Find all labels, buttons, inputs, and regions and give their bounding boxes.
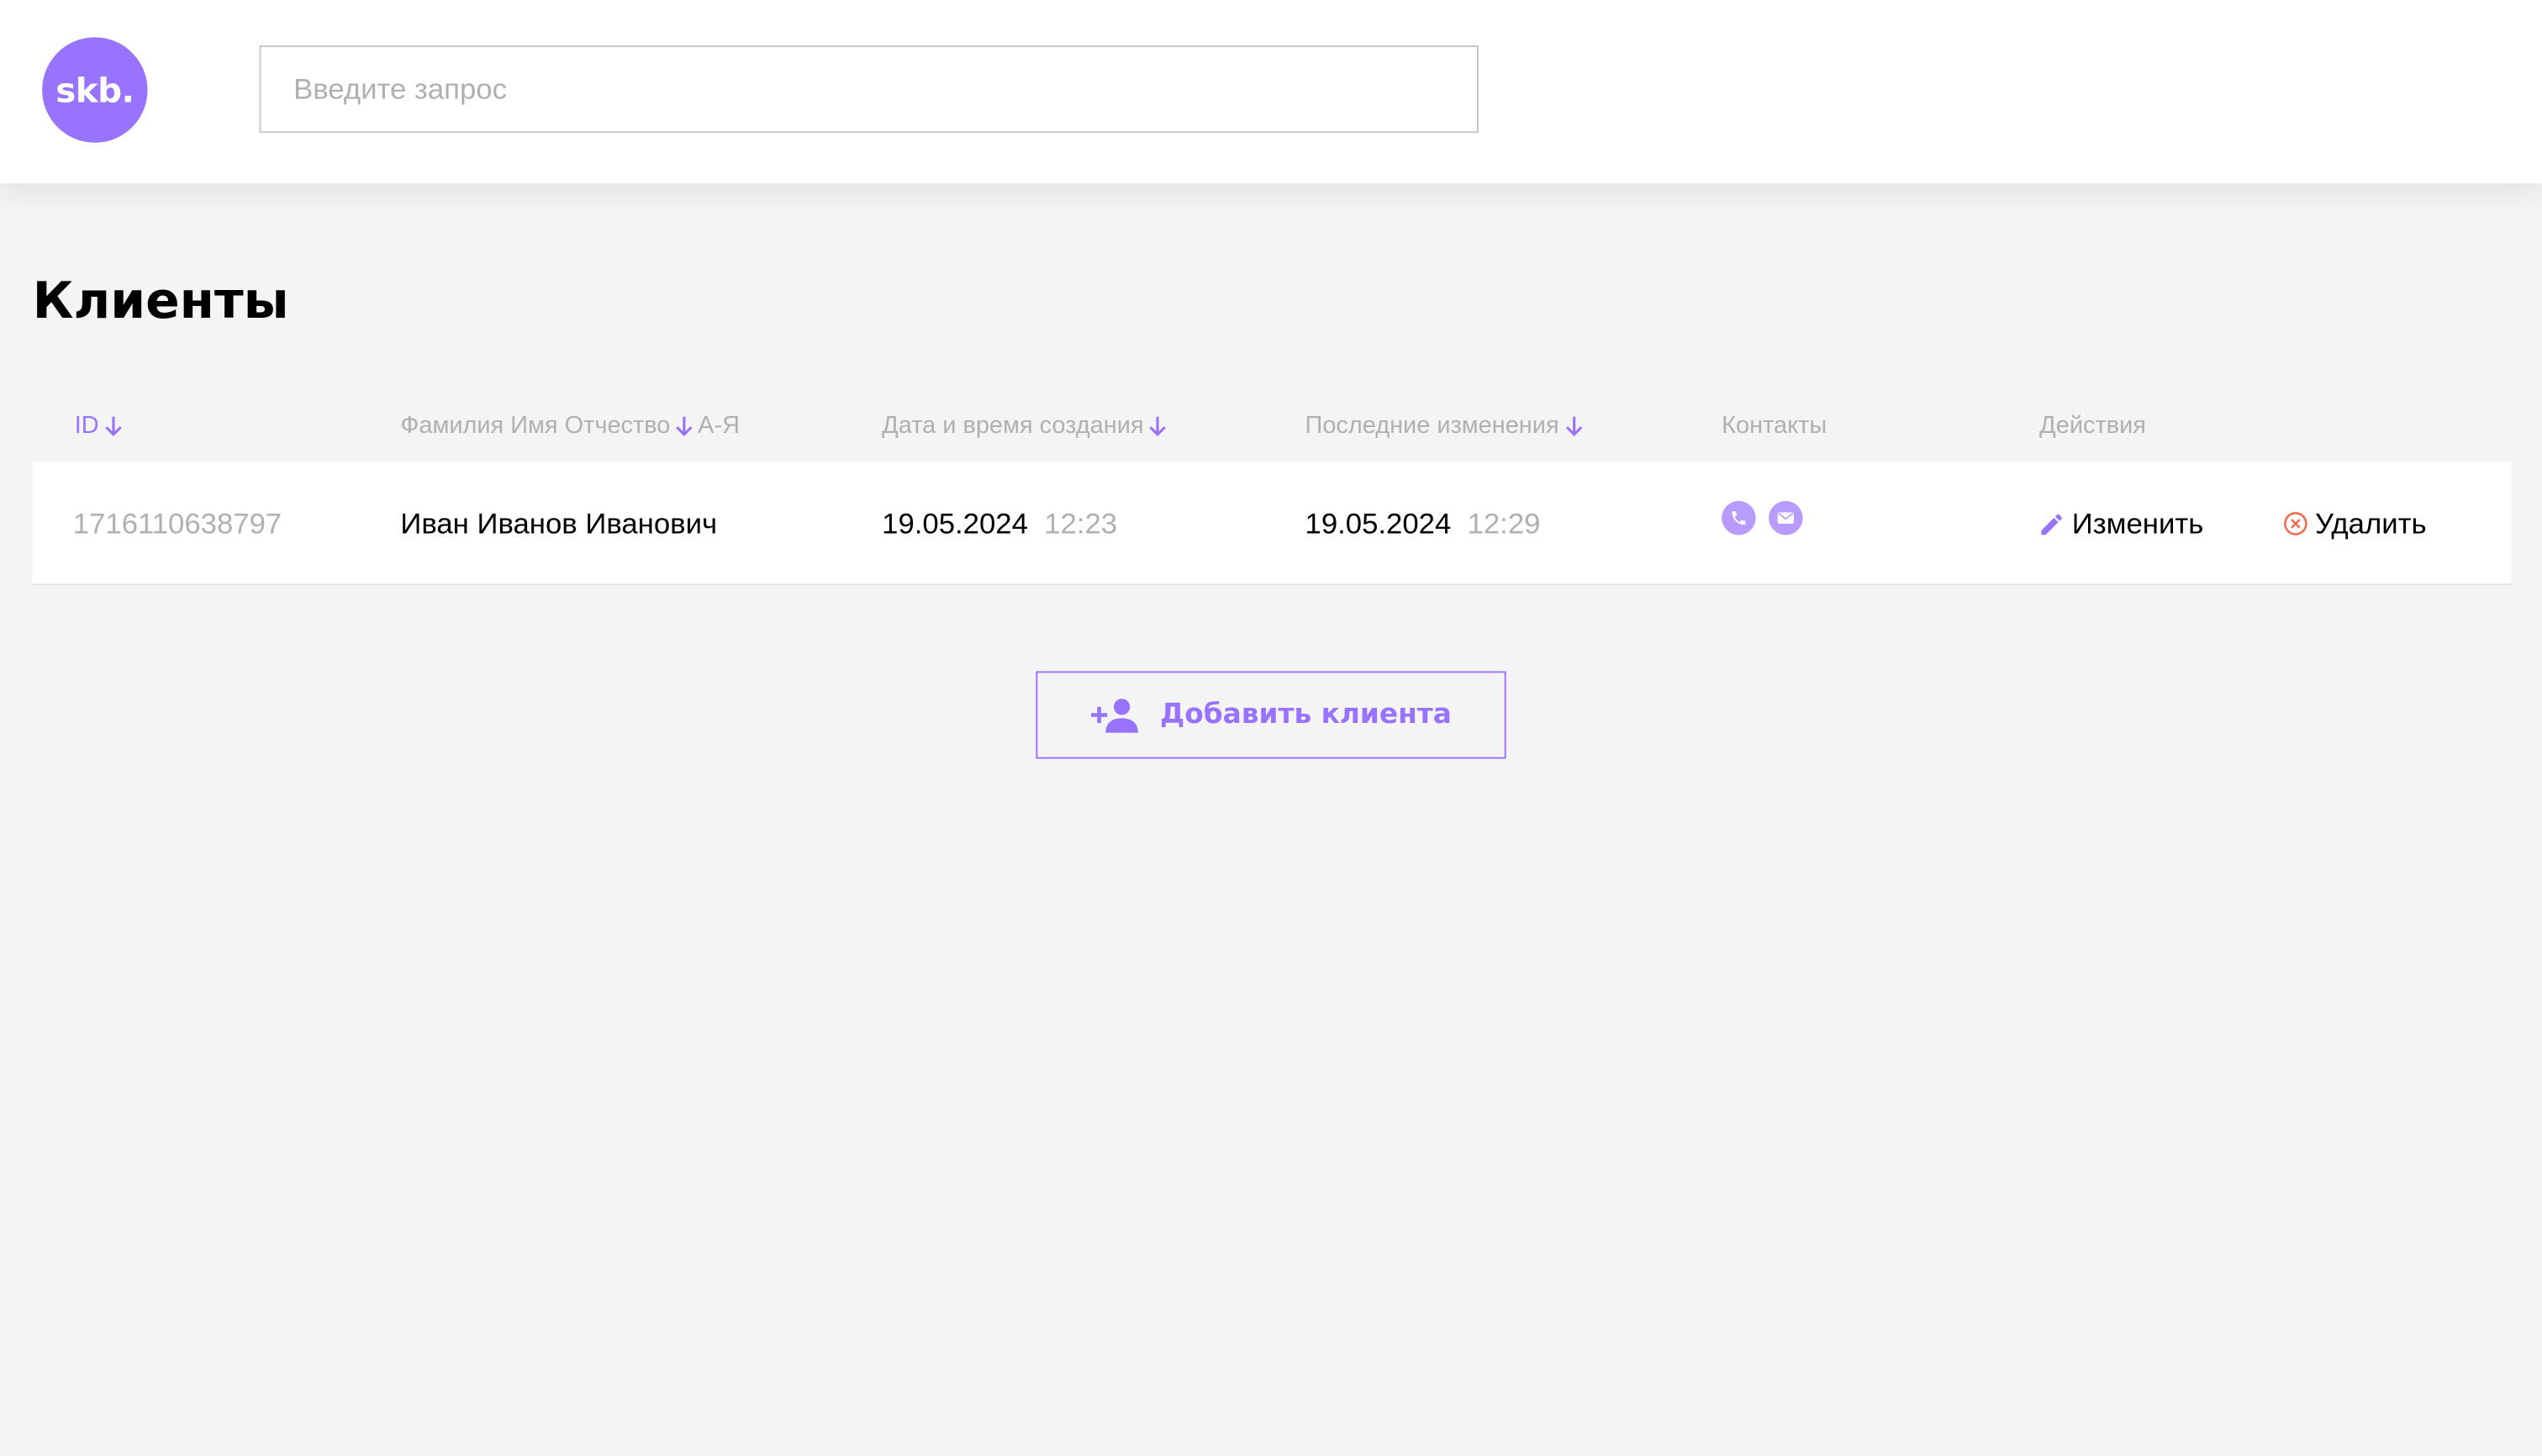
app-stage: skb. Клиенты ID Фамилия Имя Отчество А-Я… — [0, 0, 2542, 1456]
column-header-actions: Действия — [2039, 412, 2146, 440]
updated-time: 12:29 — [1467, 506, 1541, 540]
logo-text: skb. — [55, 70, 134, 110]
table-row: 1716110638797 Иван Иванов Иванович 19.05… — [32, 462, 2512, 586]
pencil-icon — [2041, 513, 2062, 535]
add-client-label: Добавить клиента — [1160, 699, 1452, 731]
sort-arrow-down-icon — [675, 414, 694, 437]
sort-arrow-down-icon — [103, 414, 123, 437]
delete-circle-icon — [2284, 512, 2307, 535]
mail-icon[interactable] — [1769, 499, 1803, 535]
header: skb. — [0, 0, 2542, 183]
column-header-contacts: Контакты — [1722, 412, 1827, 440]
phone-icon[interactable] — [1722, 499, 1756, 535]
sort-arrow-down-icon — [1148, 414, 1168, 437]
logo: skb. — [42, 37, 148, 143]
column-header-contacts-label: Контакты — [1722, 411, 1827, 440]
edit-button[interactable]: Изменить — [2038, 507, 2203, 541]
edit-label: Изменить — [2071, 506, 2204, 540]
column-header-actions-label: Действия — [2039, 411, 2146, 440]
created-date: 19.05.2024 — [882, 506, 1028, 540]
column-header-id[interactable]: ID — [75, 412, 124, 440]
column-header-created[interactable]: Дата и время создания — [882, 412, 1168, 440]
created-time: 12:23 — [1044, 506, 1118, 540]
sort-arrow-down-icon — [1564, 414, 1583, 437]
column-header-created-label: Дата и время создания — [882, 411, 1144, 440]
column-header-updated-label: Последние изменения — [1305, 411, 1559, 440]
delete-button[interactable]: Удалить — [2282, 506, 2427, 541]
column-header-updated[interactable]: Последние изменения — [1305, 412, 1584, 440]
column-header-fio-label: Фамилия Имя Отчество — [400, 411, 671, 440]
column-header-id-label: ID — [74, 411, 99, 440]
column-header-fio-sort-label: А-Я — [698, 411, 741, 440]
updated-date: 19.05.2024 — [1305, 506, 1452, 540]
updated-datetime: 19.05.2024 12:29 — [1305, 462, 1541, 586]
search-input[interactable] — [259, 45, 1479, 134]
column-header-fio[interactable]: Фамилия Имя Отчество А-Я — [400, 412, 740, 440]
edit-action[interactable]: Изменить — [2038, 462, 2203, 586]
page-title: Клиенты — [32, 272, 289, 331]
contacts-cell — [1722, 456, 1816, 579]
delete-label: Удалить — [2315, 506, 2427, 540]
client-fio: Иван Иванов Иванович — [400, 506, 718, 540]
add-user-icon — [1090, 699, 1138, 733]
created-datetime: 19.05.2024 12:23 — [882, 462, 1117, 586]
add-client-button[interactable]: Добавить клиента — [1036, 671, 1506, 759]
client-id: 1716110638797 — [72, 506, 282, 540]
delete-action[interactable]: Удалить — [2282, 462, 2427, 586]
